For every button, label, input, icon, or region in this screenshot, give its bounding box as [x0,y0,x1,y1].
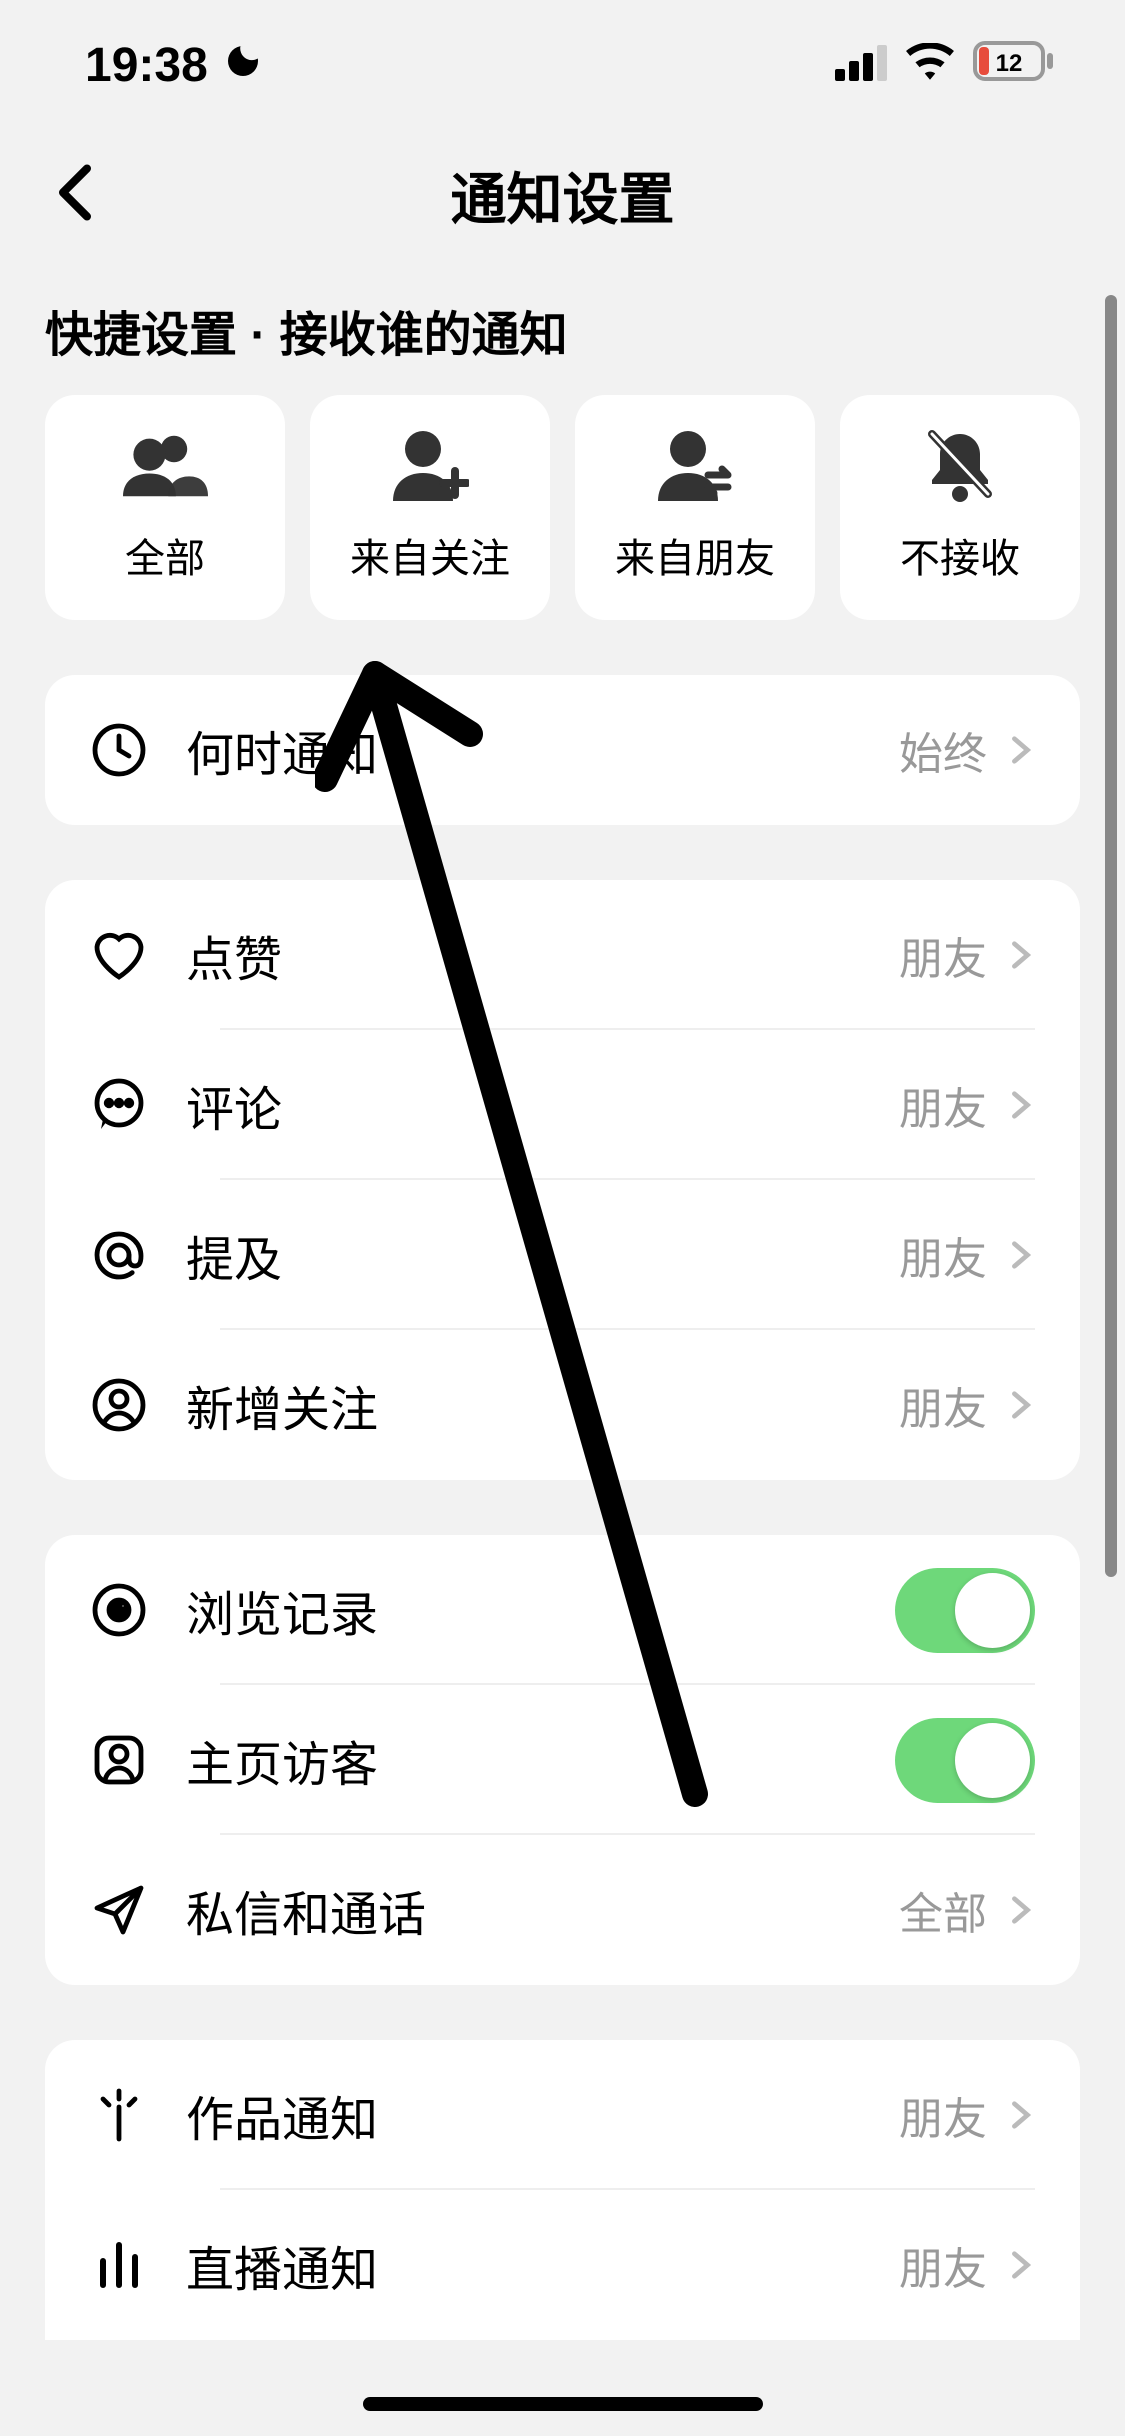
chevron-right-icon [1005,1895,1035,1925]
bars-icon [90,2236,148,2294]
quick-label: 不接收 [900,526,1020,584]
battery-icon: 12 [973,38,1055,93]
row-value: 全部 [899,1878,987,1942]
heart-icon [90,926,148,984]
row-label: 何时通知 [186,715,899,785]
row-label: 提及 [186,1220,899,1290]
row-label: 点赞 [186,920,899,990]
quick-none-button[interactable]: 不接收 [840,395,1080,620]
chevron-right-icon [1005,1240,1035,1270]
home-indicator[interactable] [363,2397,763,2411]
person-circle-icon [90,1376,148,1434]
row-value: 朋友 [899,1223,987,1287]
clock-icon [90,721,148,779]
quick-label: 全部 [125,526,205,584]
row-label: 评论 [186,1070,899,1140]
nav-header: 通知设置 [0,130,1125,260]
chevron-right-icon [1005,2100,1035,2130]
row-mentions[interactable]: 提及 朋友 [45,1180,1080,1330]
toggle-browse-history[interactable] [895,1568,1035,1653]
people-icon [123,431,208,501]
quick-label: 来自关注 [350,526,510,584]
group-content: 作品通知 朋友 直播通知 朋友 [45,2040,1080,2340]
quick-label: 来自朋友 [615,526,775,584]
eye-icon [90,1581,148,1639]
page-title: 通知设置 [451,155,675,236]
row-new-followers[interactable]: 新增关注 朋友 [45,1330,1080,1480]
row-value: 朋友 [899,2083,987,2147]
quick-friends-button[interactable]: 来自朋友 [575,395,815,620]
status-time: 19:38 [85,38,208,93]
row-label: 私信和通话 [186,1875,899,1945]
row-value: 朋友 [899,1073,987,1137]
quick-all-button[interactable]: 全部 [45,395,285,620]
person-swap-icon [653,431,738,501]
row-comments[interactable]: 评论 朋友 [45,1030,1080,1180]
send-icon [90,1881,148,1939]
back-button[interactable] [55,161,95,230]
svg-text:12: 12 [996,50,1023,77]
row-profile-visitors[interactable]: 主页访客 [45,1685,1080,1835]
person-plus-icon [388,431,473,501]
group-timing: 何时通知 始终 [45,675,1080,825]
quick-following-button[interactable]: 来自关注 [310,395,550,620]
row-value: 朋友 [899,1373,987,1437]
row-browse-history[interactable]: 浏览记录 [45,1535,1080,1685]
chevron-right-icon [1005,735,1035,765]
chevron-right-icon [1005,1390,1035,1420]
bell-off-icon [918,431,1003,501]
sparkle-icon [90,2086,148,2144]
row-messages-calls[interactable]: 私信和通话 全部 [45,1835,1080,1985]
at-icon [90,1226,148,1284]
section-header: 快捷设置 · 接收谁的通知 [0,260,1125,395]
chevron-right-icon [1005,1090,1035,1120]
row-value: 朋友 [899,923,987,987]
status-bar: 19:38 12 [0,0,1125,130]
row-value: 朋友 [899,2233,987,2297]
row-label: 直播通知 [186,2230,899,2300]
profile-icon [90,1731,148,1789]
row-likes[interactable]: 点赞 朋友 [45,880,1080,1030]
wifi-icon [905,38,955,93]
row-live-notify[interactable]: 直播通知 朋友 [45,2190,1080,2340]
row-works-notify[interactable]: 作品通知 朋友 [45,2040,1080,2190]
chevron-right-icon [1005,2250,1035,2280]
chevron-right-icon [1005,940,1035,970]
row-label: 浏览记录 [186,1575,895,1645]
row-value: 始终 [899,718,987,782]
row-label: 主页访客 [186,1725,895,1795]
quick-settings-row: 全部 来自关注 来自朋友 不接收 [0,395,1125,620]
scroll-indicator[interactable] [1105,295,1117,1577]
row-label: 作品通知 [186,2080,899,2150]
dnd-icon [223,38,263,93]
group-interactions: 点赞 朋友 评论 朋友 提及 朋友 新增关注 朋友 [45,880,1080,1480]
group-activity: 浏览记录 主页访客 私信和通话 全部 [45,1535,1080,1985]
toggle-profile-visitors[interactable] [895,1718,1035,1803]
row-when-notify[interactable]: 何时通知 始终 [45,675,1080,825]
row-label: 新增关注 [186,1370,899,1440]
cellular-icon [835,38,887,93]
comment-icon [90,1076,148,1134]
